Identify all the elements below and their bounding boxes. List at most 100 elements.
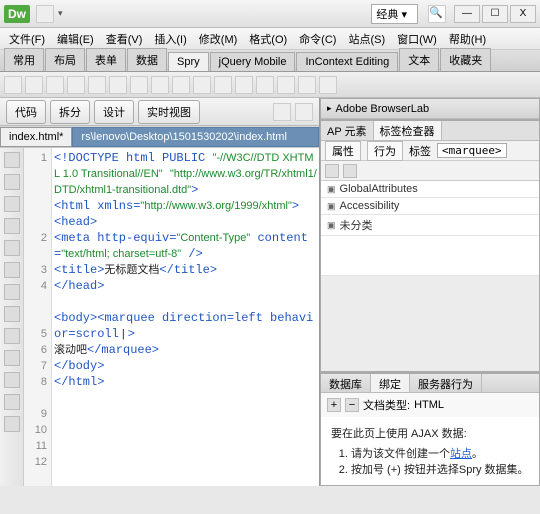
expand-icon[interactable]: ▣: [327, 184, 336, 195]
bindings-panel: 数据库绑定服务器行为 + − 文档类型: HTML 要在此页上使用 AJAX 数…: [320, 372, 540, 486]
view-button[interactable]: 实时视图: [138, 100, 200, 124]
line-number: 11: [24, 438, 47, 454]
collapse-icon[interactable]: ▸: [327, 103, 332, 114]
main-area: 代码拆分设计实时视图 index.html* rs\lenovo\Desktop…: [0, 98, 540, 486]
workspace-selector[interactable]: 经典 ▾: [371, 4, 418, 24]
insert-tab[interactable]: 布局: [45, 48, 85, 71]
view-button[interactable]: 代码: [6, 100, 46, 124]
expand-icon[interactable]: ▣: [327, 220, 336, 231]
toolbar-icon[interactable]: [67, 76, 85, 94]
toolbar-icon[interactable]: [109, 76, 127, 94]
property-category[interactable]: 未分类: [340, 217, 373, 233]
toolbar-icon[interactable]: [88, 76, 106, 94]
property-row[interactable]: ▣ Accessibility: [321, 198, 539, 215]
menu-item[interactable]: 命令(C): [294, 29, 341, 49]
minimize-button[interactable]: —: [454, 5, 480, 23]
toolbar-icon[interactable]: [214, 76, 232, 94]
dropdown-icon[interactable]: ▾: [58, 8, 63, 19]
inspector-tab[interactable]: AP 元素: [321, 121, 374, 140]
toolbar-icon[interactable]: [319, 76, 337, 94]
menu-item[interactable]: 站点(S): [343, 29, 390, 49]
code-editor: 123456789101112 <!DOCTYPE html PUBLIC "-…: [0, 148, 319, 486]
code-tool-icon[interactable]: [4, 306, 20, 322]
expand-icon[interactable]: ▣: [327, 201, 336, 212]
code-area[interactable]: <!DOCTYPE html PUBLIC "-//W3C//DTD XHTML…: [52, 148, 319, 486]
search-icon[interactable]: 🔍: [428, 5, 446, 23]
line-number: 2: [24, 230, 47, 262]
bindings-tabs: 数据库绑定服务器行为: [321, 373, 539, 393]
property-category[interactable]: Accessibility: [340, 200, 400, 212]
insert-tab[interactable]: 文本: [399, 48, 439, 71]
property-list: ▣ GlobalAttributes ▣ Accessibility ▣ 未分类: [321, 181, 539, 276]
code-tool-icon[interactable]: [4, 328, 20, 344]
menu-item[interactable]: 查看(V): [101, 29, 148, 49]
toolbar-icon[interactable]: [4, 76, 22, 94]
code-tool-icon[interactable]: [4, 416, 20, 432]
bindings-tab[interactable]: 服务器行为: [410, 374, 482, 392]
layout-icon[interactable]: [36, 5, 54, 23]
toolbar-icon[interactable]: [273, 103, 291, 121]
menu-item[interactable]: 帮助(H): [444, 29, 491, 49]
insert-tab[interactable]: 常用: [4, 48, 44, 71]
view-button[interactable]: 设计: [94, 100, 134, 124]
insert-tab[interactable]: 表单: [86, 48, 126, 71]
code-tool-icon[interactable]: [4, 218, 20, 234]
insert-tab[interactable]: 数据: [127, 48, 167, 71]
toolbar-icon[interactable]: [172, 76, 190, 94]
toolbar-icon[interactable]: [235, 76, 253, 94]
plus-icon[interactable]: +: [327, 398, 341, 412]
code-tool-icon[interactable]: [4, 350, 20, 366]
panel-header[interactable]: ▸Adobe BrowserLab: [321, 99, 539, 119]
toolbar-icon[interactable]: [130, 76, 148, 94]
close-button[interactable]: X: [510, 5, 536, 23]
attributes-tab[interactable]: 属性: [325, 141, 361, 161]
inspector-tab[interactable]: 标签检查器: [374, 121, 442, 140]
ajax-step-1: 请为该文件创建一个站点。: [351, 445, 529, 461]
line-number: 7: [24, 358, 47, 374]
behaviors-tab[interactable]: 行为: [367, 141, 403, 161]
toolbar-icon[interactable]: [256, 76, 274, 94]
menu-item[interactable]: 修改(M): [194, 29, 243, 49]
browserlab-panel: ▸Adobe BrowserLab: [320, 98, 540, 120]
toolbar-icon[interactable]: [25, 76, 43, 94]
property-row[interactable]: ▣ 未分类: [321, 215, 539, 236]
ajax-instructions: 要在此页上使用 AJAX 数据: 请为该文件创建一个站点。 按加号 (+) 按钮…: [321, 417, 539, 485]
maximize-button[interactable]: ☐: [482, 5, 508, 23]
toolbar-icon[interactable]: [193, 76, 211, 94]
view-button[interactable]: 拆分: [50, 100, 90, 124]
toolbar-icon[interactable]: [298, 76, 316, 94]
code-tool-icon[interactable]: [4, 262, 20, 278]
toolbar-icon[interactable]: [46, 76, 64, 94]
menu-item[interactable]: 格式(O): [244, 29, 292, 49]
insert-tab[interactable]: jQuery Mobile: [210, 52, 296, 71]
code-tool-icon[interactable]: [4, 284, 20, 300]
menu-item[interactable]: 插入(I): [149, 29, 191, 49]
minus-icon[interactable]: −: [345, 398, 359, 412]
category-view-icon[interactable]: [343, 164, 357, 178]
toolbar-icon[interactable]: [277, 76, 295, 94]
code-tool-icon[interactable]: [4, 174, 20, 190]
toolbar-icon[interactable]: [151, 76, 169, 94]
code-tool-icon[interactable]: [4, 152, 20, 168]
code-tool-icon[interactable]: [4, 196, 20, 212]
property-category[interactable]: GlobalAttributes: [340, 183, 418, 195]
bindings-tab[interactable]: 绑定: [371, 374, 410, 392]
insert-tab[interactable]: 收藏夹: [440, 48, 491, 71]
property-row[interactable]: ▣ GlobalAttributes: [321, 181, 539, 198]
menu-item[interactable]: 文件(F): [4, 29, 50, 49]
code-tool-icon[interactable]: [4, 372, 20, 388]
list-view-icon[interactable]: [325, 164, 339, 178]
document-tab-active[interactable]: index.html*: [0, 127, 72, 147]
menu-item[interactable]: 窗口(W): [392, 29, 442, 49]
bindings-tab[interactable]: 数据库: [321, 374, 371, 392]
line-number: 9: [24, 406, 47, 422]
coding-toolbar: [0, 148, 24, 486]
insert-tab[interactable]: InContext Editing: [296, 52, 398, 71]
document-path: rs\lenovo\Desktop\1501530202\index.html: [72, 127, 319, 147]
code-tool-icon[interactable]: [4, 394, 20, 410]
menu-item[interactable]: 编辑(E): [52, 29, 99, 49]
site-link[interactable]: 站点: [450, 448, 472, 460]
insert-tab[interactable]: Spry: [168, 52, 209, 71]
code-tool-icon[interactable]: [4, 240, 20, 256]
toolbar-icon[interactable]: [295, 103, 313, 121]
